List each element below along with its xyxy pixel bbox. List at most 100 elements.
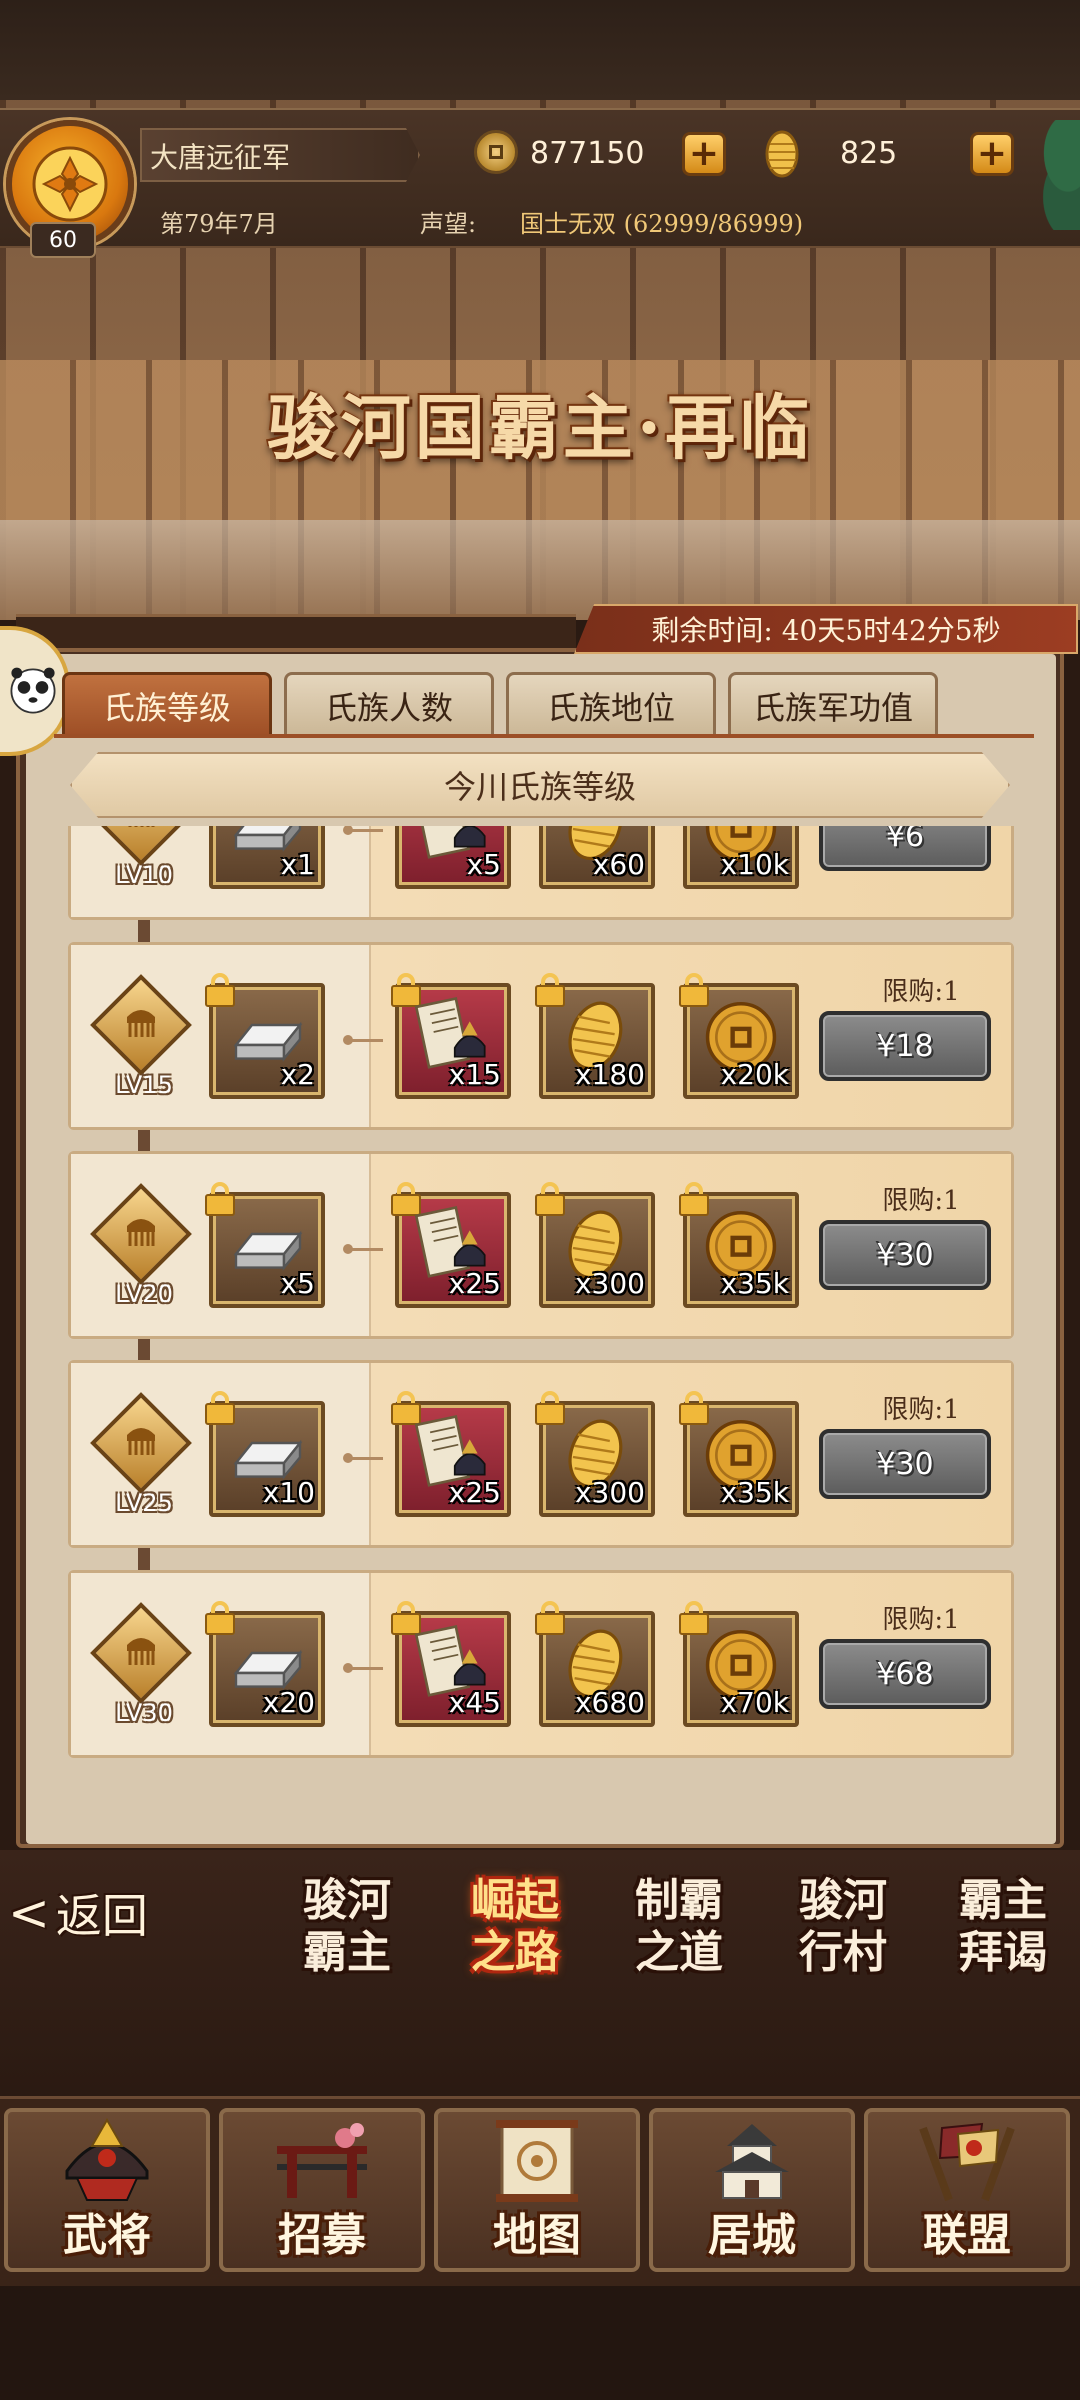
player-level-badge: 60 xyxy=(30,222,96,258)
subnav-item[interactable]: 骏河 行村 xyxy=(768,1858,918,1992)
item-quantity: x35k xyxy=(720,1267,789,1300)
level-marker-icon xyxy=(90,826,192,866)
purchase-limit: 限购:1 xyxy=(882,1395,960,1425)
general-scroll-item[interactable]: x25 xyxy=(391,1391,511,1517)
gold-koban-item[interactable]: x680 xyxy=(535,1601,655,1727)
silver-ingot-item[interactable]: x20 xyxy=(205,1601,325,1727)
copper-coin-item[interactable]: x20k xyxy=(679,973,799,1099)
silver-ingot-item[interactable]: x2 xyxy=(205,973,325,1099)
panel-top-strip xyxy=(16,614,576,650)
level-label: LV15 xyxy=(115,1071,173,1099)
general-scroll-item[interactable]: x45 xyxy=(391,1601,511,1727)
reward-row: LV30 x20 x45 x680 x70k 限购:1 ¥68 xyxy=(68,1570,1014,1758)
copper-coin-item[interactable]: x70k xyxy=(679,1601,799,1727)
main-nav-item[interactable]: 联盟 xyxy=(864,2108,1070,2272)
item-quantity: x10 xyxy=(262,1476,315,1509)
subnav-item[interactable]: 霸主 拜谒 xyxy=(928,1858,1078,1992)
item-quantity: x2 xyxy=(280,1058,315,1091)
subnav-label-line2: 霸主 xyxy=(303,1927,391,1978)
nav-label: 招募 xyxy=(278,2210,366,2261)
item-quantity: x35k xyxy=(720,1476,789,1509)
general-scroll-item[interactable]: x5 xyxy=(395,826,511,889)
buy-button[interactable]: ¥30 xyxy=(819,1220,991,1290)
tab-clan-status[interactable]: 氏族地位 xyxy=(506,672,716,736)
remaining-time: 剩余时间: 40天5时42分5秒 xyxy=(574,604,1078,654)
event-title: 骏河国霸主·再临 xyxy=(266,386,814,469)
level-label: LV30 xyxy=(115,1699,173,1727)
reward-row: LV10 x1 x5 x60 x10k 限购:1 xyxy=(68,826,1014,920)
gold-amount: 825 xyxy=(840,135,898,171)
scroll-map-icon xyxy=(482,2116,592,2212)
nav-label: 武将 xyxy=(63,2210,151,2261)
pine-decoration xyxy=(1020,120,1080,230)
gold-koban-icon xyxy=(765,130,799,178)
subnav-item[interactable]: 骏河 霸主 xyxy=(272,1858,422,1992)
item-quantity: x20k xyxy=(720,1058,789,1091)
main-nav-item[interactable]: 居城 xyxy=(649,2108,855,2272)
section-title: 今川氏族等级 xyxy=(70,752,1010,818)
row-connector xyxy=(343,1453,383,1463)
buy-button[interactable]: ¥18 xyxy=(819,1011,991,1081)
item-quantity: x45 xyxy=(448,1686,501,1719)
item-quantity: x1 xyxy=(280,848,315,881)
item-quantity: x20 xyxy=(262,1686,315,1719)
mon-crest-icon xyxy=(32,146,108,222)
purchase-limit: 限购:1 xyxy=(882,977,960,1007)
subnav-label-line2: 拜谒 xyxy=(959,1927,1047,1978)
level-marker-icon xyxy=(90,974,192,1076)
copper-coin-item[interactable]: x35k xyxy=(679,1182,799,1308)
gold-koban-item[interactable]: x60 xyxy=(539,826,655,889)
item-quantity: x5 xyxy=(466,848,501,881)
silver-ingot-item[interactable]: x10 xyxy=(205,1391,325,1517)
general-scroll-item[interactable]: x15 xyxy=(391,973,511,1099)
subnav-item[interactable]: 制霸 之道 xyxy=(604,1858,754,1992)
main-nav-item[interactable]: 武将 xyxy=(4,2108,210,2272)
copper-coin-item[interactable]: x10k xyxy=(683,826,799,889)
gold-koban-item[interactable]: x300 xyxy=(535,1182,655,1308)
copper-coin-item[interactable]: x35k xyxy=(679,1391,799,1517)
buy-button[interactable]: ¥68 xyxy=(819,1639,991,1709)
add-coins-button[interactable]: + xyxy=(682,132,726,176)
silver-ingot-item[interactable]: x1 xyxy=(209,826,325,889)
row-connector xyxy=(343,1663,383,1673)
samurai-helmet-icon xyxy=(52,2116,162,2212)
add-gold-button[interactable]: + xyxy=(970,132,1014,176)
tab-clan-merit[interactable]: 氏族军功值 xyxy=(728,672,938,736)
game-date: 第79年7月 xyxy=(160,210,278,238)
level-label: LV10 xyxy=(115,861,173,889)
tab-clan-members[interactable]: 氏族人数 xyxy=(284,672,494,736)
item-quantity: x5 xyxy=(280,1267,315,1300)
level-label: LV20 xyxy=(115,1280,173,1308)
nav-label: 联盟 xyxy=(923,2210,1011,2261)
item-quantity: x180 xyxy=(574,1058,645,1091)
bottom-strip xyxy=(0,2286,1080,2400)
item-quantity: x10k xyxy=(720,848,789,881)
main-nav-item[interactable]: 招募 xyxy=(219,2108,425,2272)
subnav-item[interactable]: 崛起 之路 xyxy=(440,1858,590,1992)
silver-ingot-item[interactable]: x5 xyxy=(205,1182,325,1308)
reward-row: LV20 x5 x25 x300 x35k 限购:1 ¥30 xyxy=(68,1151,1014,1339)
item-quantity: x70k xyxy=(720,1686,789,1719)
gold-koban-item[interactable]: x180 xyxy=(535,973,655,1099)
nav-label: 地图 xyxy=(493,2210,581,2261)
item-quantity: x680 xyxy=(574,1686,645,1719)
buy-button[interactable]: ¥6 xyxy=(819,826,991,871)
back-button[interactable]: < 返回 xyxy=(8,1878,178,1948)
coin-amount: 877150 xyxy=(530,135,645,171)
back-label: 返回 xyxy=(55,1889,148,1943)
subnav-label-line2: 之路 xyxy=(471,1927,559,1978)
level-label: LV25 xyxy=(115,1489,173,1517)
army-name: 大唐远征军 xyxy=(150,141,291,174)
buy-button[interactable]: ¥30 xyxy=(819,1429,991,1499)
subnav-label-line2: 行村 xyxy=(799,1927,887,1978)
item-quantity: x25 xyxy=(448,1267,501,1300)
gold-koban-item[interactable]: x300 xyxy=(535,1391,655,1517)
reward-list[interactable]: LV10 x1 x5 x60 x10k 限购:1 xyxy=(68,826,1014,1826)
general-scroll-item[interactable]: x25 xyxy=(391,1182,511,1308)
main-nav-item[interactable]: 地图 xyxy=(434,2108,640,2272)
nav-label: 居城 xyxy=(708,2210,796,2261)
level-marker-icon xyxy=(90,1392,192,1494)
tab-clan-level[interactable]: 氏族等级 xyxy=(62,672,272,736)
row-connector xyxy=(343,1035,383,1045)
prestige-label: 声望: xyxy=(420,210,477,238)
